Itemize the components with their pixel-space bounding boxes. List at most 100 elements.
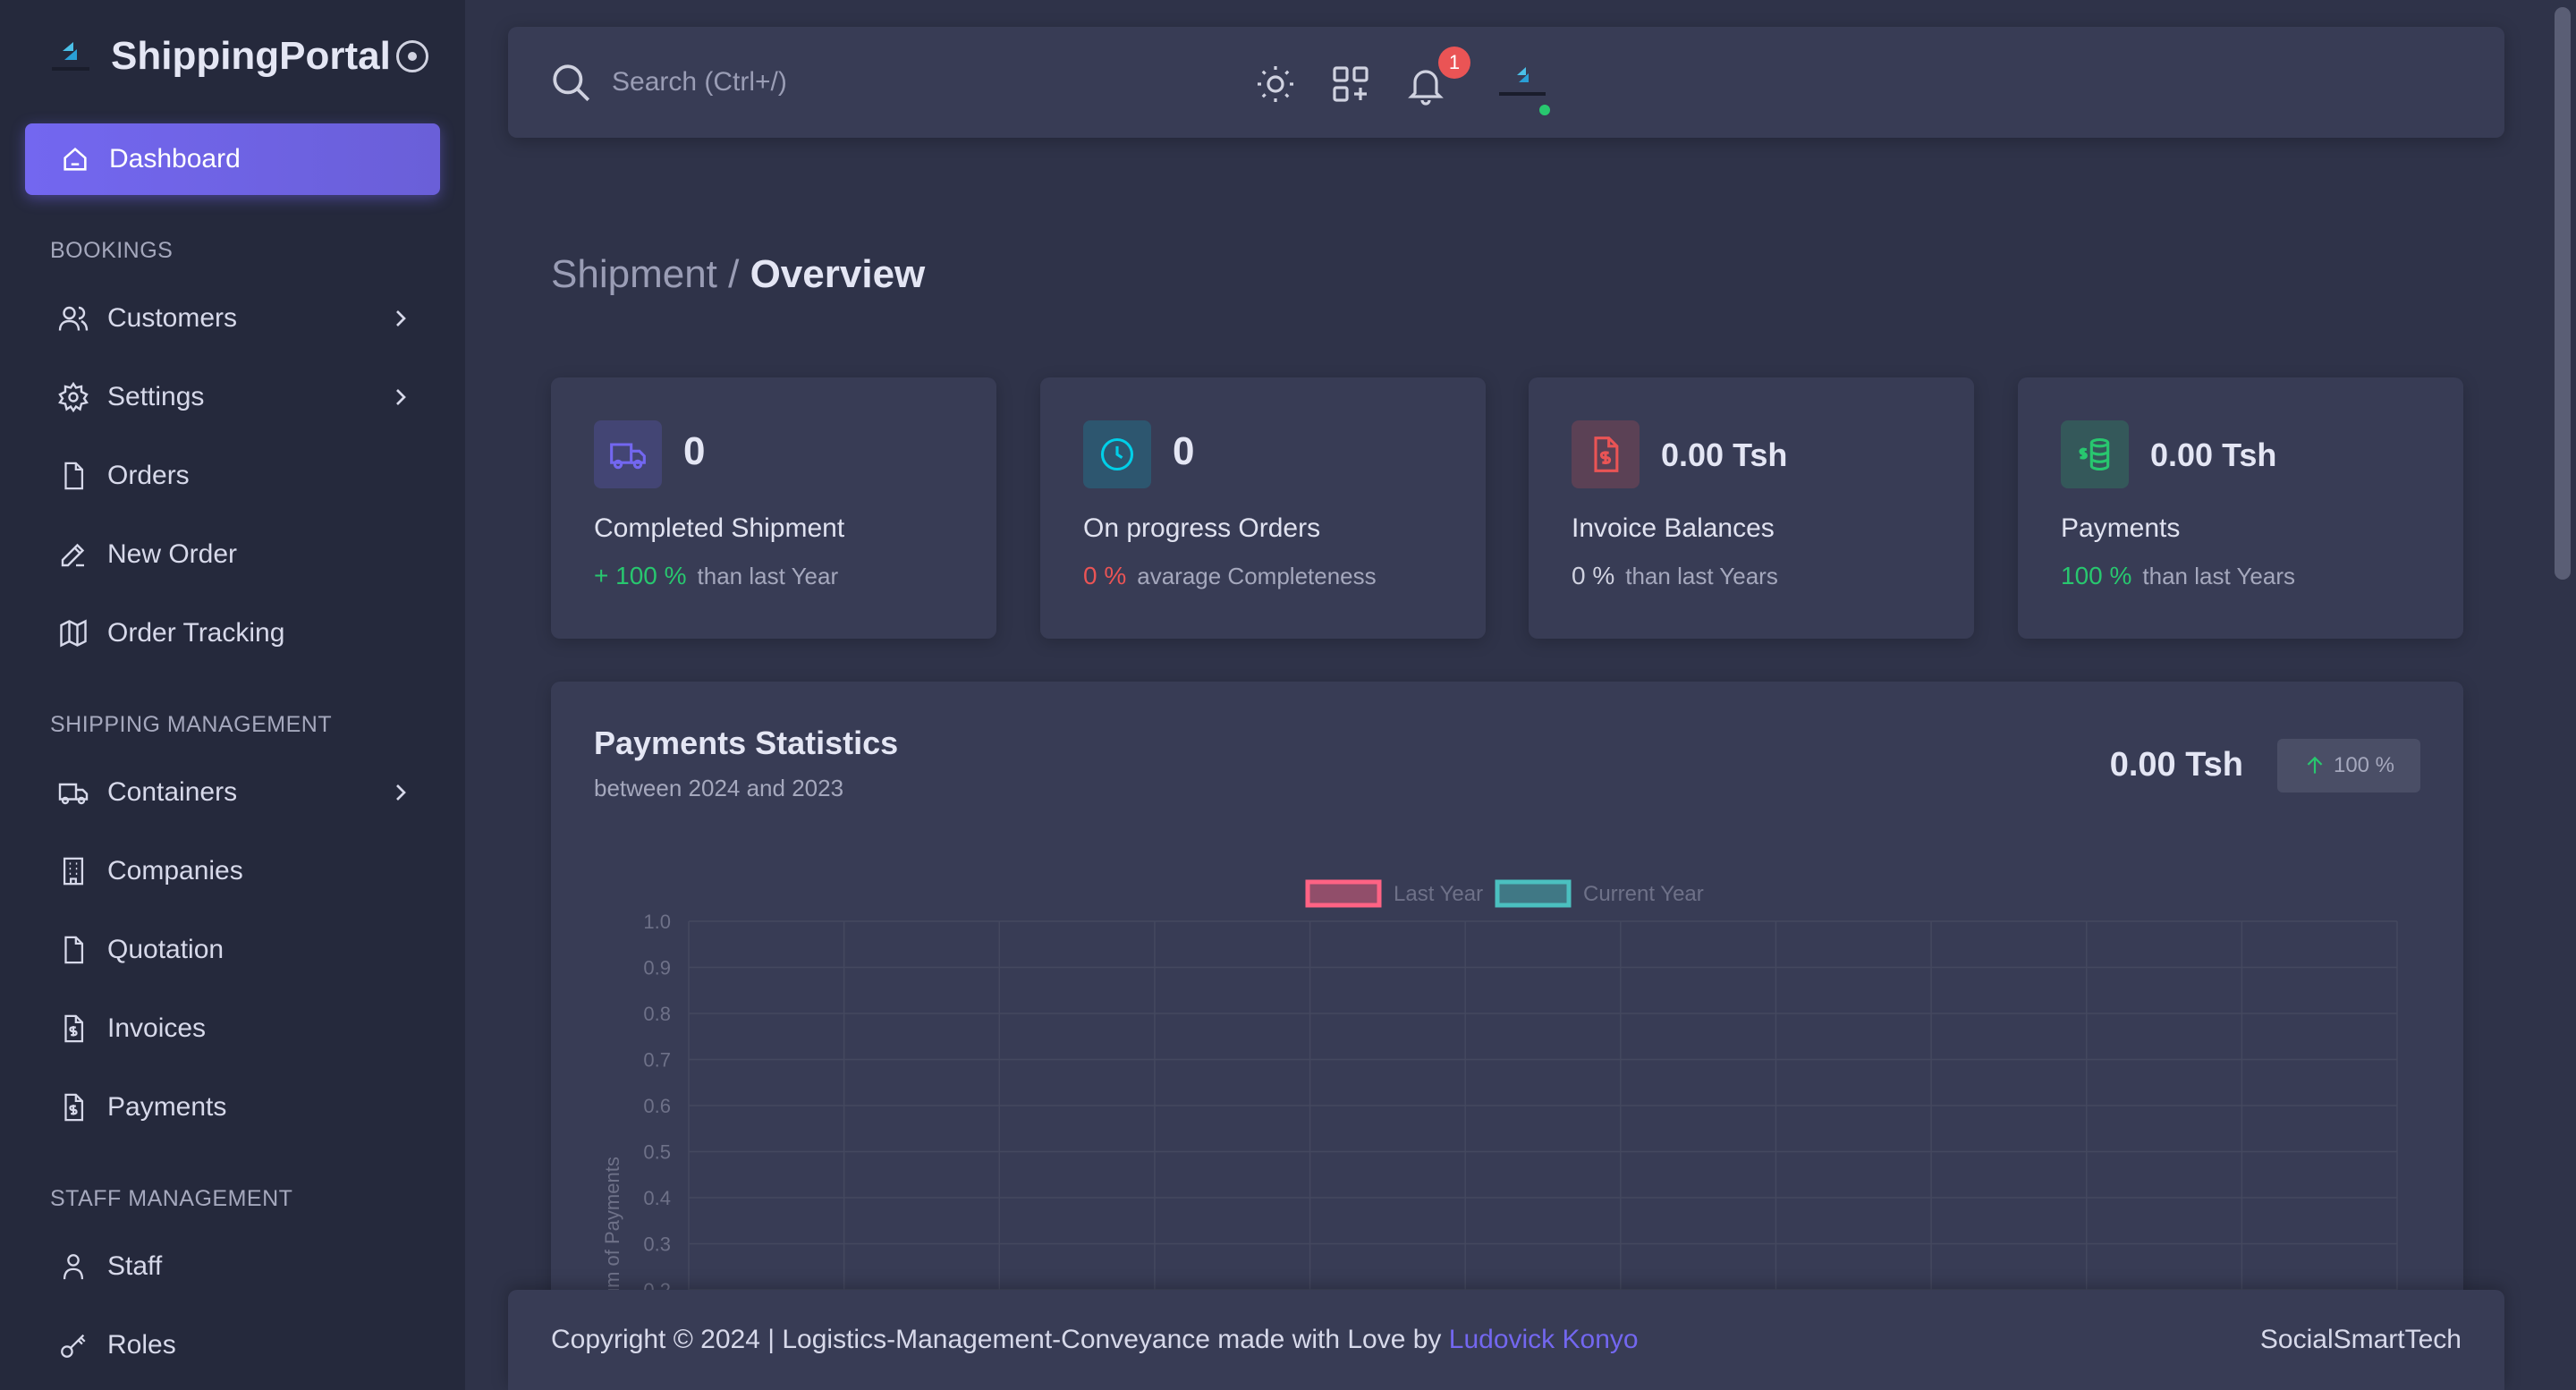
chart-legend: Last Year Current Year [1305, 879, 1704, 908]
legend-swatch [1495, 879, 1572, 908]
stat-card-invoice-balances: 0.00 Tsh Invoice Balances 0 % than last Y… [1529, 377, 1974, 639]
truck-icon [55, 775, 91, 810]
sun-icon[interactable] [1254, 63, 1297, 106]
stat-change-value: 0 % [1572, 562, 1615, 589]
truck-icon [594, 420, 662, 488]
sidebar-item-label: Staff [107, 1251, 163, 1281]
sidebar-item-label: Payments [107, 1092, 227, 1122]
author-link[interactable]: Ludovick Konyo [1449, 1325, 1639, 1354]
search-icon [553, 64, 590, 102]
sidebar: ShippingPortal Dashboard BOOKINGS Custom… [0, 0, 465, 1390]
nav-section-bookings: BOOKINGS [50, 238, 174, 263]
stat-value: 0 [1173, 429, 1195, 473]
sidebar-item-label: Companies [107, 856, 243, 886]
home-icon [57, 141, 93, 177]
y-tick-label: 0.5 [643, 1141, 671, 1164]
sidebar-item-label: Roles [107, 1330, 176, 1360]
sidebar-item-orders[interactable]: Orders [25, 440, 440, 512]
invoice-icon [55, 1089, 91, 1125]
brand-logo-icon [45, 34, 97, 79]
sidebar-item-dashboard[interactable]: Dashboard [25, 123, 440, 195]
map-icon [55, 615, 91, 651]
gear-icon [55, 379, 91, 415]
clock-icon [1083, 420, 1151, 488]
stat-change: 0 % than last Years [1572, 562, 1778, 590]
legend-label: Current Year [1583, 882, 1704, 906]
stat-change-value: + 100 % [594, 562, 687, 589]
sidebar-item-payments[interactable]: Payments [25, 1072, 440, 1143]
search-input[interactable] [612, 59, 1327, 106]
chevron-right-icon [396, 389, 406, 405]
users-icon [55, 301, 91, 336]
stat-change-value: 0 % [1083, 562, 1127, 589]
file-icon [55, 458, 91, 494]
coins-icon [2061, 420, 2129, 488]
sidebar-toggle-icon[interactable] [395, 40, 428, 72]
brand[interactable]: ShippingPortal [45, 27, 428, 86]
sidebar-item-label: Dashboard [109, 144, 241, 174]
chevron-right-icon [396, 310, 406, 326]
breadcrumb: Shipment / Overview [551, 252, 925, 297]
payments-statistics-panel: Payments Statistics between 2024 and 202… [551, 682, 2463, 1390]
sidebar-item-containers[interactable]: Containers [25, 757, 440, 828]
stat-card-progress-orders: 0 On progress Orders 0 % avarage Complete… [1040, 377, 1486, 639]
y-tick-label: 0.8 [643, 1003, 671, 1025]
sidebar-item-roles[interactable]: Roles [25, 1309, 440, 1381]
chevron-right-icon [396, 784, 406, 801]
stat-value: 0 [683, 429, 706, 473]
legend-label: Last Year [1394, 882, 1483, 906]
stat-change-note: avarage Completeness [1137, 563, 1377, 589]
chart-y-ticks: 1.00.90.80.70.60.50.40.30.2 [643, 911, 671, 1301]
sidebar-item-order-tracking[interactable]: Order Tracking [25, 598, 440, 669]
sidebar-item-label: Settings [107, 382, 205, 411]
footer-company[interactable]: SocialSmartTech [2260, 1325, 2462, 1355]
building-icon [55, 853, 91, 889]
stat-change: 0 % avarage Completeness [1083, 562, 1377, 590]
chart-y-label: Sum of Payments [601, 1157, 623, 1312]
stat-value: 0.00 Tsh [2150, 436, 2277, 473]
scrollbar[interactable] [2551, 0, 2576, 1390]
sidebar-item-label: Customers [107, 303, 238, 333]
sidebar-item-companies[interactable]: Companies [25, 835, 440, 907]
brand-name: ShippingPortal [111, 34, 391, 78]
stat-label: On progress Orders [1083, 513, 1321, 543]
sidebar-item-staff[interactable]: Staff [25, 1231, 440, 1302]
stat-change: 100 % than last Years [2061, 562, 2295, 590]
breadcrumb-parent[interactable]: Shipment / [551, 252, 739, 296]
edit-icon [55, 537, 91, 572]
y-tick-label: 0.6 [643, 1095, 671, 1117]
invoice-icon [1572, 420, 1640, 488]
nav-section-shipping: SHIPPING MANAGEMENT [50, 712, 333, 737]
payments-chart: Last Year Current Year 1.0 0.9 0.8 0.7 0.6 0.5… [601, 879, 2398, 1390]
stat-change: + 100 % than last Year [594, 562, 838, 590]
legend-swatch [1305, 879, 1382, 908]
stat-value: 0.00 Tsh [1661, 436, 1788, 473]
sidebar-item-new-order[interactable]: New Order [25, 519, 440, 590]
notification-badge: 1 [1438, 47, 1470, 79]
sidebar-item-customers[interactable]: Customers [25, 283, 440, 354]
stat-card-payments: 0.00 Tsh Payments 100 % than last Years [2018, 377, 2463, 639]
file-icon [55, 932, 91, 968]
stat-label: Invoice Balances [1572, 513, 1775, 543]
sidebar-item-settings[interactable]: Settings [25, 361, 440, 433]
y-tick-label: 0.4 [643, 1187, 671, 1209]
online-status-dot [1537, 102, 1553, 118]
sidebar-item-invoices[interactable]: Invoices [25, 993, 440, 1064]
stat-card-completed-shipment: 0 Completed Shipment + 100 % than last Ye… [551, 377, 996, 639]
stat-label: Payments [2061, 513, 2181, 543]
y-tick-label: 1.0 [643, 911, 671, 933]
y-tick-label: 0.7 [643, 1049, 671, 1072]
y-tick-label: 0.9 [643, 957, 671, 979]
topbar: 1 [508, 27, 2504, 138]
stat-label: Completed Shipment [594, 513, 845, 543]
sidebar-item-label: Quotation [107, 935, 225, 964]
user-icon [55, 1249, 91, 1284]
sidebar-item-quotation[interactable]: Quotation [25, 914, 440, 986]
scrollbar-thumb[interactable] [2555, 7, 2571, 580]
key-icon [55, 1327, 91, 1363]
footer: Copyright © 2024 | Logistics-Management-… [508, 1290, 2504, 1390]
stat-change-note: than last Years [2142, 563, 2295, 589]
apps-grid-icon[interactable] [1329, 63, 1372, 106]
sidebar-item-label: Order Tracking [107, 618, 285, 648]
footer-copyright: Copyright © 2024 | Logistics-Management-… [551, 1325, 1639, 1355]
